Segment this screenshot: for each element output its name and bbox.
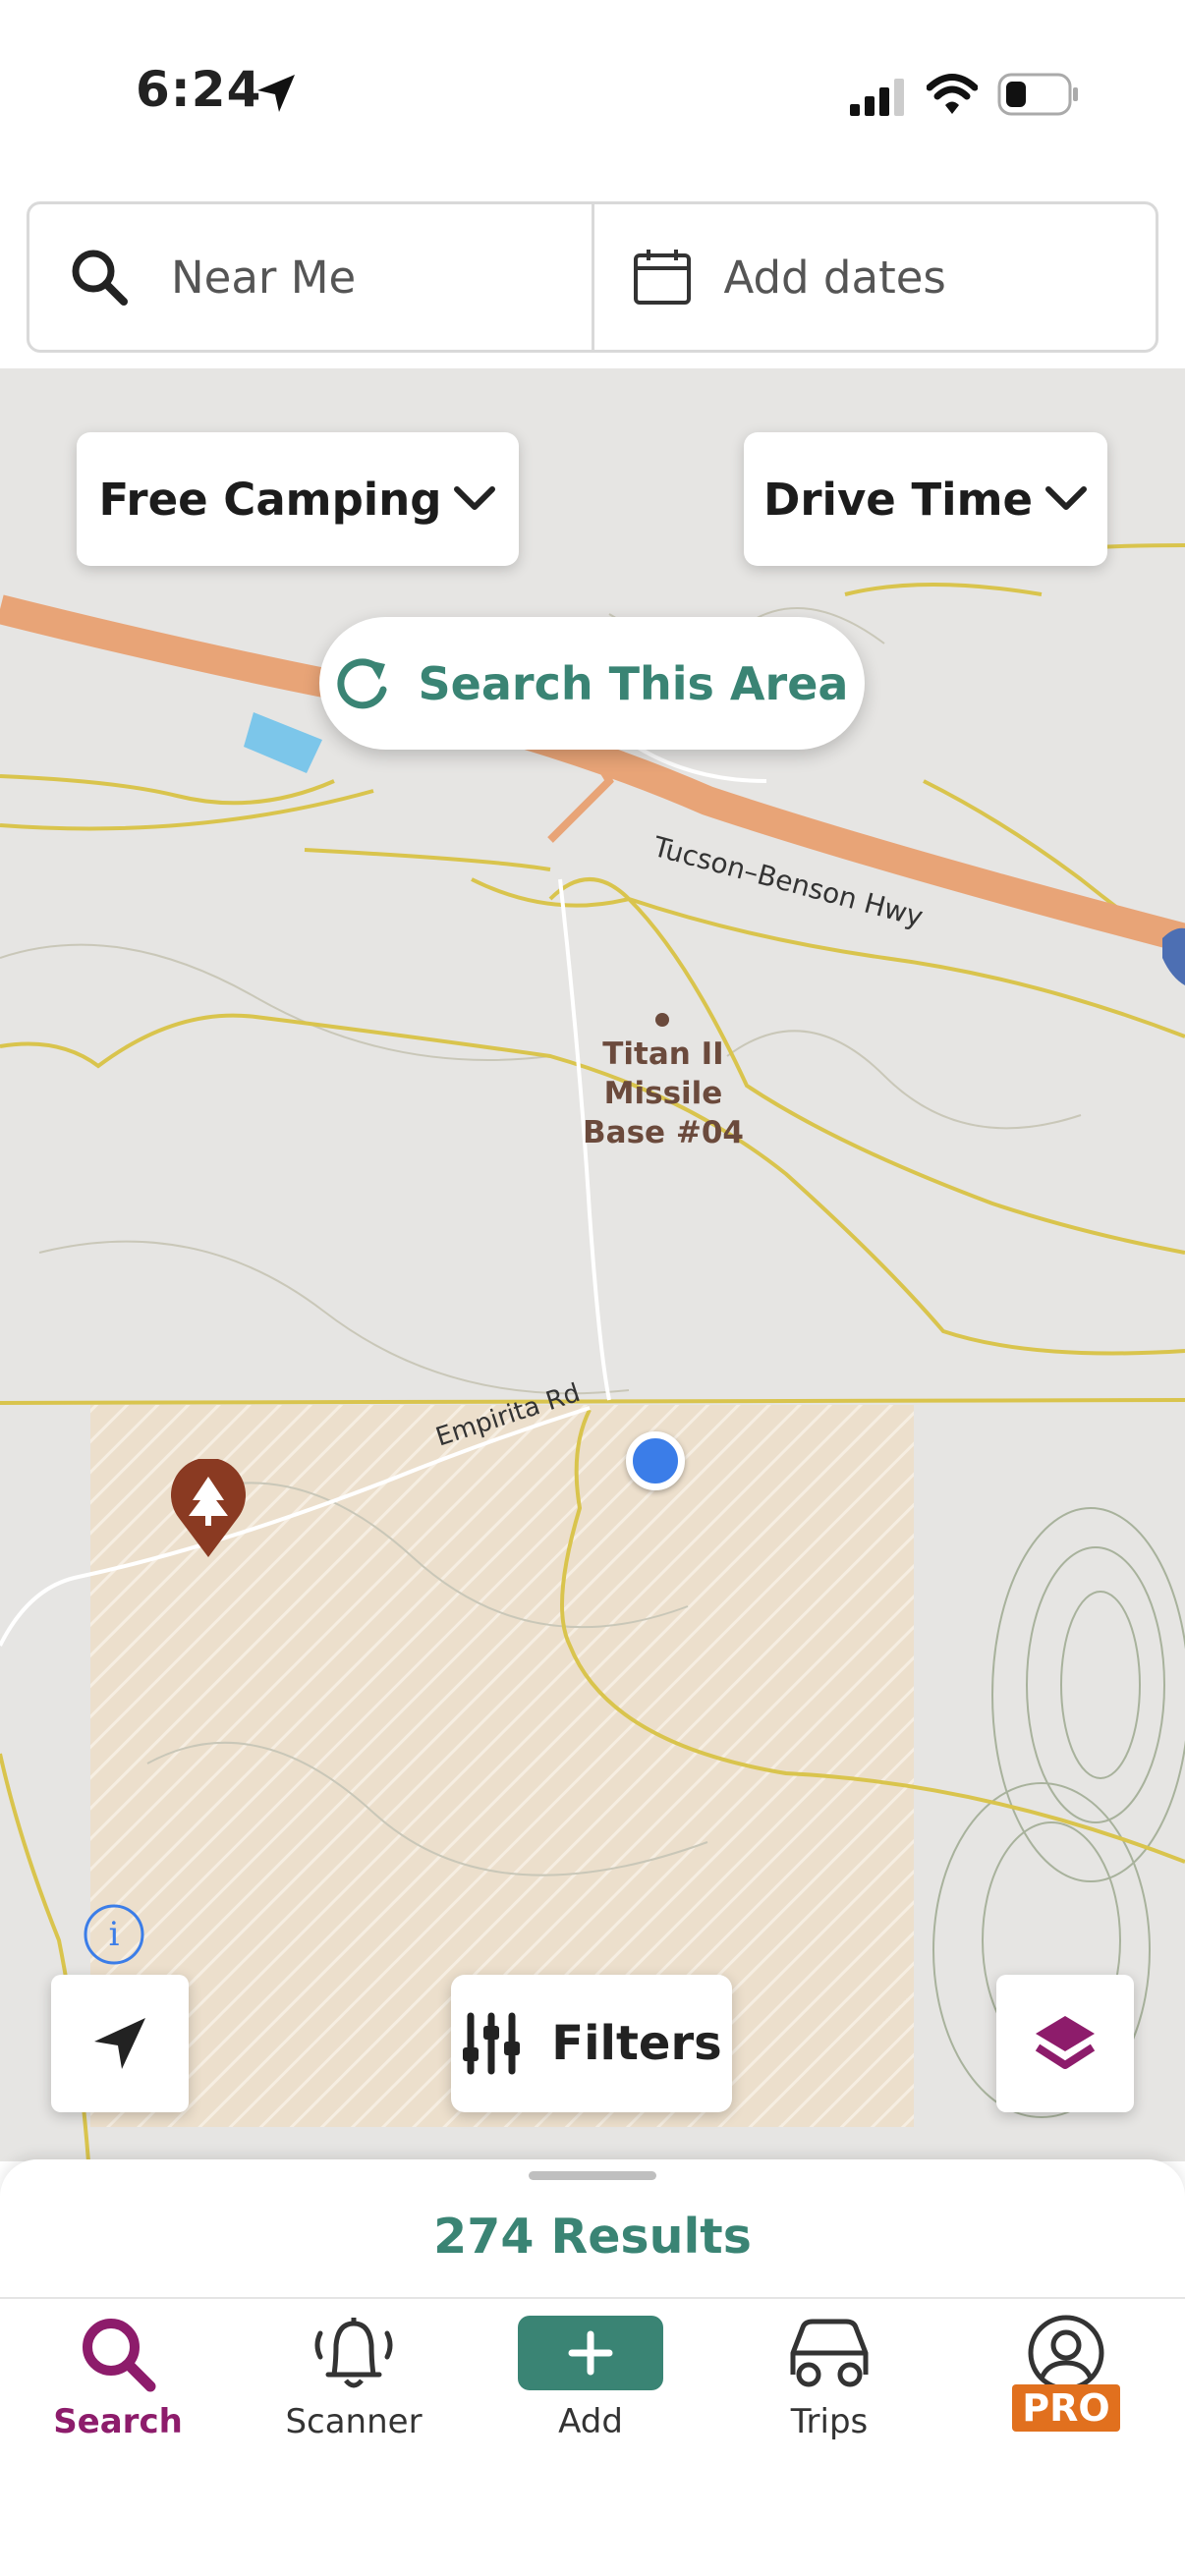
map-layers-button[interactable] (996, 1975, 1134, 2112)
tab-scanner[interactable]: Scanner (255, 2314, 452, 2441)
water-body (244, 712, 322, 773)
tab-trips-label: Trips (790, 2402, 869, 2441)
bell-icon (314, 2318, 393, 2388)
navigation-arrow-icon (94, 2018, 145, 2069)
plus-icon (568, 2330, 613, 2376)
location-search-label: Near Me (171, 251, 357, 304)
results-count[interactable]: 274 Results (0, 2209, 1185, 2265)
search-icon (83, 2319, 156, 2392)
sheet-drag-handle[interactable] (529, 2171, 656, 2180)
filters-label: Filters (551, 2016, 722, 2071)
add-button-bg (518, 2316, 663, 2390)
search-this-area-button[interactable]: Search This Area (319, 617, 865, 750)
refresh-icon (336, 657, 387, 708)
campsite-pin-icon[interactable] (167, 1459, 250, 1561)
search-this-area-label: Search This Area (418, 656, 849, 710)
wifi-icon (927, 74, 978, 114)
cellular-signal-icon (850, 79, 904, 116)
profile-icon (1028, 2315, 1104, 2391)
interstate-shield (1162, 927, 1185, 985)
status-bar: 6:24 (0, 0, 1185, 187)
poi-label: Titan II Missile Base #04 (583, 1036, 744, 1150)
car-icon (790, 2319, 869, 2387)
calendar-icon (633, 250, 691, 305)
dates-label: Add dates (723, 251, 946, 304)
sliders-icon (463, 2012, 521, 2075)
filters-button[interactable]: Filters (451, 1975, 732, 2112)
category-dropdown[interactable]: Free Camping (77, 432, 519, 566)
tab-trips[interactable]: Trips (731, 2314, 928, 2441)
location-arrow-icon (257, 75, 295, 112)
tab-add-label: Add (558, 2402, 623, 2441)
tab-search-label: Search (53, 2402, 183, 2441)
pro-badge: PRO (1012, 2384, 1120, 2432)
recenter-location-button[interactable] (51, 1975, 189, 2112)
drive-time-label: Drive Time (762, 473, 1034, 526)
info-icon[interactable]: i (102, 1915, 126, 1954)
chevron-down-icon (1045, 486, 1088, 510)
search-icon (72, 250, 128, 306)
chevron-down-icon (454, 486, 496, 510)
tab-scanner-label: Scanner (285, 2402, 423, 2441)
tab-search[interactable]: Search (20, 2314, 216, 2441)
tab-profile[interactable]: PRO (968, 2314, 1164, 2432)
search-bar: Near Me Add dates (27, 201, 1158, 353)
battery-icon (997, 73, 1078, 116)
category-dropdown-label: Free Camping (98, 473, 442, 526)
location-search-field[interactable]: Near Me (29, 204, 594, 350)
layers-icon (1035, 2016, 1096, 2069)
poi-marker (655, 1013, 669, 1027)
drive-time-dropdown[interactable]: Drive Time (744, 432, 1107, 566)
user-location-dot (626, 1431, 685, 1490)
status-time: 6:24 (136, 61, 262, 118)
tab-add[interactable]: Add (492, 2314, 689, 2441)
dates-field[interactable]: Add dates (594, 204, 1157, 350)
